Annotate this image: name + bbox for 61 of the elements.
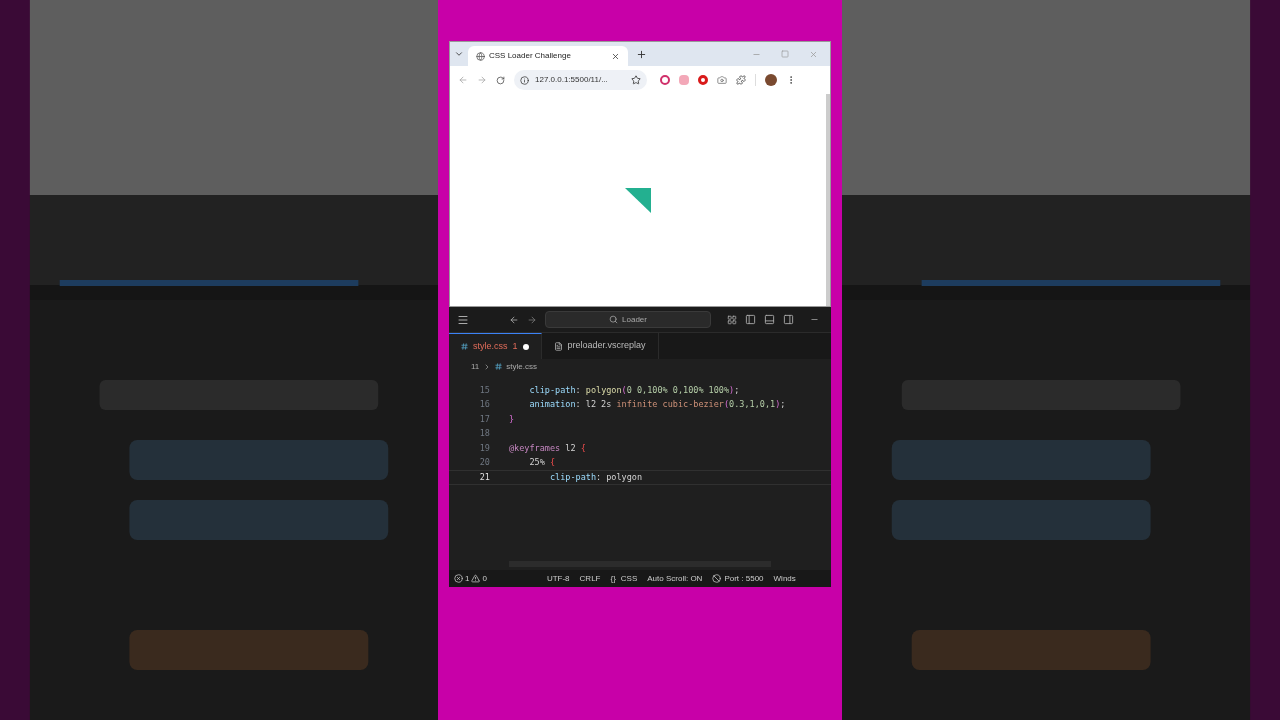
new-tab-icon[interactable] [636, 48, 647, 60]
code-line: clip-path: polygon [548, 470, 643, 484]
camera-icon[interactable] [717, 75, 727, 85]
search-text: Loader [622, 313, 647, 326]
status-item[interactable]: Winds [773, 572, 796, 585]
tab-label: preloader.vscreplay [567, 339, 646, 353]
braces-icon: {} [610, 572, 616, 585]
line-number: 16 [478, 398, 491, 412]
code-line: } [509, 412, 515, 426]
line-number: 19 [478, 441, 491, 455]
line-number: 18 [478, 427, 491, 441]
back-icon[interactable] [509, 314, 519, 325]
code-line: clip-path: polygon(0 0,100% 0,100% 100%); [528, 383, 740, 397]
panel-right-icon[interactable] [783, 314, 794, 325]
breadcrumb-folder[interactable]: 11 [471, 360, 480, 373]
menu-icon[interactable] [457, 313, 469, 326]
browser-tab[interactable]: CSS Loader Challenge [468, 46, 628, 66]
info-icon [520, 75, 529, 85]
language-mode[interactable]: CSS [620, 572, 638, 585]
warning-count: 0 [482, 572, 487, 585]
line-number: 20 [478, 456, 491, 470]
url-text: 127.0.0.1:5500/11/... [535, 74, 609, 86]
status-item[interactable]: UTF-8 [546, 572, 570, 585]
address-bar[interactable]: 127.0.0.1:5500/11/... [514, 70, 647, 90]
search-icon [609, 315, 619, 324]
warning-icon [471, 574, 481, 583]
code-line: animation: l2 2s infinite cubic-bezier(0.3,1,0,1); [528, 398, 786, 412]
status-item[interactable]: CRLF [579, 572, 601, 585]
code-line: @keyframes l2 { [509, 441, 586, 455]
line-number: 15 [478, 383, 491, 397]
problems-indicator[interactable]: 1 0 [454, 572, 487, 585]
close-icon[interactable] [611, 51, 620, 61]
port-status[interactable]: Port : 5500 [724, 572, 764, 585]
reload-icon[interactable] [496, 75, 505, 85]
port-icon [712, 574, 722, 583]
editor-tab[interactable]: style.css 1 [449, 333, 542, 359]
error-count: 1 [465, 572, 470, 585]
problem-count: 1 [512, 339, 518, 353]
search-field[interactable]: Loader [545, 311, 711, 328]
panel-bottom-icon[interactable] [764, 314, 775, 325]
css-file-icon [495, 363, 503, 370]
star-icon[interactable] [631, 75, 641, 85]
layout-icon[interactable] [727, 314, 737, 325]
line-number: 21 [478, 470, 491, 484]
forward-icon[interactable] [527, 314, 537, 325]
globe-icon [476, 51, 485, 61]
tab-label: style.css [473, 339, 508, 353]
css-file-icon [461, 343, 468, 350]
puzzle-icon[interactable] [736, 75, 746, 85]
triangle-loader [625, 187, 651, 213]
auto-scroll-status[interactable]: Auto Scroll: ON [647, 572, 703, 585]
avatar[interactable] [765, 74, 777, 86]
breadcrumb-file[interactable]: style.css [506, 360, 537, 373]
error-icon [454, 574, 463, 583]
line-number: 17 [478, 412, 491, 426]
code-line: 25% { [528, 456, 556, 470]
tab-title: CSS Loader Challenge [489, 50, 572, 62]
file-icon [553, 341, 563, 351]
panel-left-icon[interactable] [745, 314, 756, 325]
tab-list-icon[interactable] [454, 49, 464, 59]
record-icon[interactable] [660, 75, 670, 85]
